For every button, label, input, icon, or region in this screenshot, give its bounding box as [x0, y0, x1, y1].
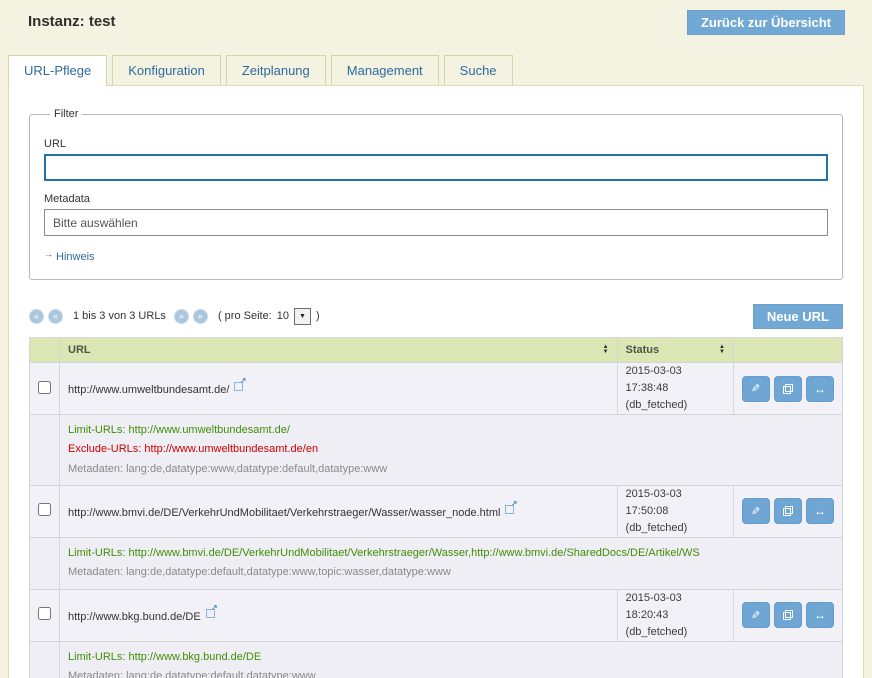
row-checkbox[interactable]: [38, 607, 51, 620]
row-status: 2015-03-03 17:38:48 (db_fetched): [617, 363, 733, 415]
left-right-arrows-icon: ↔: [814, 382, 826, 396]
sort-icon[interactable]: ▲▼: [603, 345, 609, 355]
row-url: http://www.umweltbundesamt.de/: [68, 384, 229, 396]
limit-urls-line: Limit-URLs: http://www.umweltbundesamt.d…: [68, 421, 834, 440]
status-column-header: Status▲▼: [617, 338, 733, 363]
table-row: http://www.bkg.bund.de/DE 2015-03-03 18:…: [30, 589, 843, 641]
hinweis-link[interactable]: →Hinweis: [44, 249, 95, 263]
edit-button[interactable]: ✎: [742, 498, 770, 524]
tab-suche[interactable]: Suche: [444, 55, 513, 85]
page-title: Instanz: test: [28, 13, 116, 30]
table-row-details: Limit-URLs: http://www.bkg.bund.de/DE Me…: [30, 641, 843, 678]
tab-url-pflege[interactable]: URL-Pflege: [8, 55, 107, 86]
pencil-icon: ✎: [751, 505, 760, 518]
row-status: 2015-03-03 18:20:43 (db_fetched): [617, 589, 733, 641]
external-link-icon[interactable]: [234, 381, 244, 391]
edit-button[interactable]: ✎: [742, 602, 770, 628]
row-status: 2015-03-03 17:50:08 (db_fetched): [617, 485, 733, 537]
tab-bar: URL-Pflege Konfiguration Zeitplanung Man…: [0, 55, 872, 85]
tab-konfiguration[interactable]: Konfiguration: [112, 55, 221, 85]
url-filter-label: URL: [44, 138, 828, 150]
per-page-suffix: ): [316, 310, 320, 322]
row-url: http://www.bmvi.de/DE/VerkehrUndMobilita…: [68, 507, 500, 519]
row-url: http://www.bkg.bund.de/DE: [68, 611, 201, 623]
table-row-details: Limit-URLs: http://www.umweltbundesamt.d…: [30, 415, 843, 486]
new-url-button[interactable]: Neue URL: [753, 304, 843, 329]
table-row: http://www.bmvi.de/DE/VerkehrUndMobilita…: [30, 485, 843, 537]
per-page-select[interactable]: ▼: [294, 308, 311, 325]
copy-button[interactable]: [774, 376, 802, 402]
per-page-value: 10: [277, 310, 289, 322]
metadaten-line: Metadaten: lang:de,datatype:default,data…: [68, 563, 834, 582]
table-row-details: Limit-URLs: http://www.bmvi.de/DE/Verkeh…: [30, 538, 843, 590]
metadata-filter-input[interactable]: [44, 209, 828, 236]
copy-button[interactable]: [774, 602, 802, 628]
copy-icon: [783, 610, 793, 620]
actions-column-header: [733, 338, 842, 363]
tab-zeitplanung[interactable]: Zeitplanung: [226, 55, 326, 85]
external-link-icon[interactable]: [505, 504, 515, 514]
move-button[interactable]: ↔: [806, 498, 834, 524]
pencil-icon: ✎: [751, 609, 760, 622]
external-link-icon[interactable]: [206, 608, 216, 618]
header: Instanz: test Zurück zur Übersicht: [0, 0, 872, 46]
metadata-filter-label: Metadata: [44, 193, 828, 205]
previous-page-button[interactable]: «: [48, 309, 63, 324]
copy-button[interactable]: [774, 498, 802, 524]
move-button[interactable]: ↔: [806, 602, 834, 628]
limit-urls-line: Limit-URLs: http://www.bkg.bund.de/DE: [68, 648, 834, 667]
edit-button[interactable]: ✎: [742, 376, 770, 402]
last-page-button[interactable]: »: [193, 309, 208, 324]
per-page-control: ( pro Seite: 10 ▼ ): [218, 308, 320, 325]
sort-icon[interactable]: ▲▼: [719, 345, 725, 355]
url-filter-input[interactable]: [44, 154, 828, 181]
table-header-row: URL▲▼ Status▲▼: [30, 338, 843, 363]
left-right-arrows-icon: ↔: [814, 504, 826, 518]
url-table: URL▲▼ Status▲▼ http://www.umweltbundesam…: [29, 337, 843, 678]
main-panel: Filter URL Metadata →Hinweis « « 1 bis 3…: [8, 85, 864, 678]
filter-fieldset: Filter URL Metadata →Hinweis: [29, 108, 843, 280]
back-to-overview-button[interactable]: Zurück zur Übersicht: [687, 10, 845, 35]
row-checkbox[interactable]: [38, 381, 51, 394]
pagination-info: 1 bis 3 von 3 URLs: [73, 310, 166, 322]
first-page-button[interactable]: «: [29, 309, 44, 324]
checkbox-column-header: [30, 338, 60, 363]
pencil-icon: ✎: [751, 382, 760, 395]
metadaten-line: Metadaten: lang:de,datatype:www,datatype…: [68, 460, 834, 479]
table-row: http://www.umweltbundesamt.de/ 2015-03-0…: [30, 363, 843, 415]
metadaten-line: Metadaten: lang:de,datatype:default,data…: [68, 667, 834, 678]
url-column-header: URL▲▼: [60, 338, 618, 363]
tab-management[interactable]: Management: [331, 55, 439, 85]
move-button[interactable]: ↔: [806, 376, 834, 402]
row-checkbox[interactable]: [38, 503, 51, 516]
exclude-urls-line: Exclude-URLs: http://www.umweltbundesamt…: [68, 440, 834, 459]
limit-urls-line: Limit-URLs: http://www.bmvi.de/DE/Verkeh…: [68, 544, 834, 563]
per-page-label: ( pro Seite:: [218, 310, 272, 322]
hinweis-link-label: Hinweis: [56, 251, 95, 263]
copy-icon: [783, 506, 793, 516]
copy-icon: [783, 384, 793, 394]
next-page-button[interactable]: »: [174, 309, 189, 324]
left-right-arrows-icon: ↔: [814, 608, 826, 622]
filter-legend: Filter: [50, 108, 82, 120]
link-arrow-icon: →: [44, 249, 53, 259]
list-controls: « « 1 bis 3 von 3 URLs » » ( pro Seite: …: [29, 302, 843, 330]
